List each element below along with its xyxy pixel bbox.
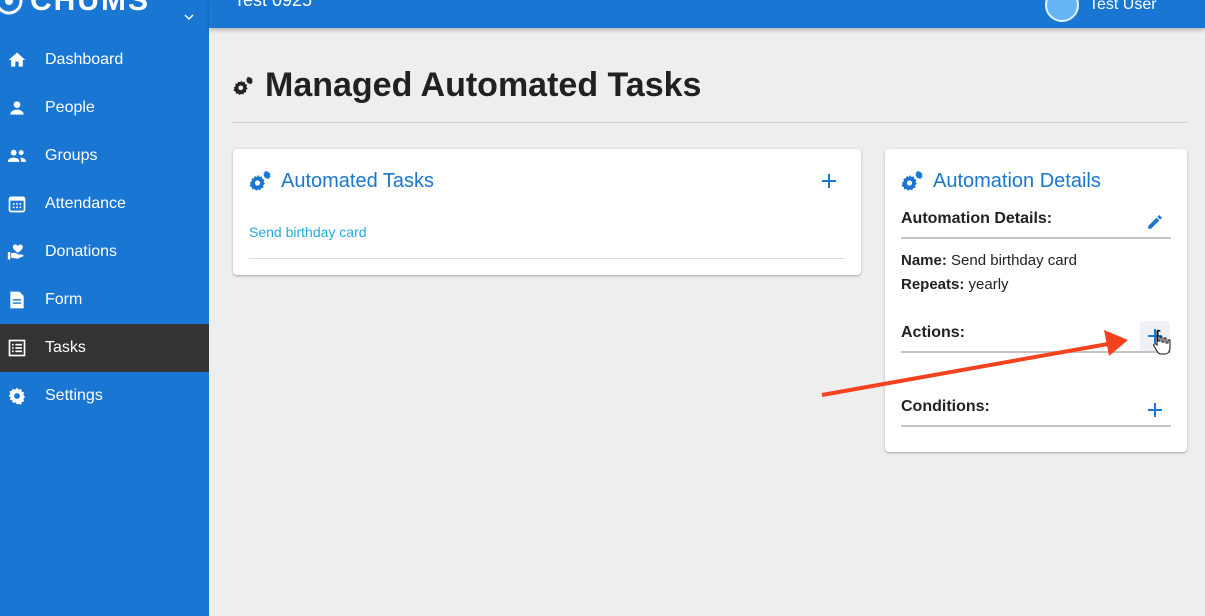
details-section-label: Automation Details: xyxy=(901,210,1053,227)
automation-gears-icon xyxy=(901,171,923,191)
home-icon xyxy=(6,49,28,71)
add-action-button[interactable] xyxy=(1140,321,1170,351)
groups-icon xyxy=(6,145,28,167)
task-link[interactable]: Send birthday card xyxy=(249,224,367,240)
name-field: Name: Send birthday card xyxy=(901,252,1077,269)
sidebar-item-form[interactable]: Form xyxy=(0,276,209,324)
user-menu[interactable]: Test User xyxy=(1045,0,1157,22)
repeats-value: yearly xyxy=(968,276,1009,293)
sidebar-item-label: People xyxy=(45,99,95,116)
automation-details-card: Automation Details Automation Details: N… xyxy=(885,149,1187,452)
sidebar-item-label: Form xyxy=(45,291,83,308)
card-header: Automation Details xyxy=(901,169,1101,193)
sidebar-item-label: Tasks xyxy=(45,339,86,356)
add-condition-button[interactable] xyxy=(1140,395,1170,425)
page-header: Managed Automated Tasks xyxy=(233,66,701,105)
person-icon xyxy=(6,97,28,119)
page-title: Managed Automated Tasks xyxy=(265,66,702,104)
brand-name: CHUMS xyxy=(30,0,150,17)
divider xyxy=(233,122,1187,123)
plus-icon xyxy=(822,174,836,188)
name-value: Send birthday card xyxy=(951,252,1077,269)
sidebar-item-donations[interactable]: Donations xyxy=(0,228,209,276)
sidebar-item-label: Dashboard xyxy=(45,51,124,68)
sidebar-item-label: Groups xyxy=(45,147,98,164)
sidebar-item-people[interactable]: People xyxy=(0,84,209,132)
edit-details-button[interactable] xyxy=(1140,207,1170,237)
automated-tasks-card: Automated Tasks Send birthday card xyxy=(233,149,861,275)
avatar xyxy=(1045,0,1079,22)
sidebar-item-label: Settings xyxy=(45,387,103,404)
card-header: Automated Tasks xyxy=(249,169,434,193)
top-app-bar: Test 0925 Test User xyxy=(209,0,1205,28)
add-task-button[interactable] xyxy=(814,166,844,196)
sidebar-item-label: Donations xyxy=(45,243,118,260)
sidebar-item-groups[interactable]: Groups xyxy=(0,132,209,180)
chevron-down-icon[interactable] xyxy=(184,12,194,22)
repeats-label: Repeats: xyxy=(901,276,965,293)
plus-icon xyxy=(1148,329,1162,343)
org-name[interactable]: Test 0925 xyxy=(234,0,312,11)
actions-section-label: Actions: xyxy=(901,324,965,341)
sidebar-item-tasks[interactable]: Tasks xyxy=(0,324,209,372)
conditions-section-label: Conditions: xyxy=(901,398,990,415)
sidebar-item-label: Attendance xyxy=(45,195,126,212)
pencil-icon xyxy=(1148,215,1162,229)
sidebar-item-settings[interactable]: Settings xyxy=(0,372,209,420)
logo-icon xyxy=(0,0,23,15)
user-name: Test User xyxy=(1089,0,1157,13)
sidebar-item-attendance[interactable]: Attendance xyxy=(0,180,209,228)
plus-icon xyxy=(1148,403,1162,417)
donation-icon xyxy=(6,241,28,263)
repeats-field: Repeats: yearly xyxy=(901,276,1009,293)
card-title: Automation Details xyxy=(933,169,1101,192)
divider xyxy=(249,258,845,259)
document-icon xyxy=(6,289,28,311)
card-title: Automated Tasks xyxy=(281,169,435,192)
brand-logo[interactable]: CHUMS xyxy=(0,0,150,17)
gear-icon xyxy=(6,385,28,407)
divider xyxy=(901,237,1171,239)
automation-gears-icon xyxy=(249,171,271,191)
sidebar-nav: Dashboard People Groups Attendance Donat… xyxy=(0,36,209,420)
calendar-icon xyxy=(6,193,28,215)
divider xyxy=(901,351,1171,353)
divider xyxy=(901,425,1171,427)
sidebar-item-dashboard[interactable]: Dashboard xyxy=(0,36,209,84)
name-label: Name: xyxy=(901,252,947,269)
sidebar: CHUMS Dashboard People Groups Attendance… xyxy=(0,0,209,616)
list-icon xyxy=(6,337,28,359)
automation-gears-icon xyxy=(233,76,253,95)
